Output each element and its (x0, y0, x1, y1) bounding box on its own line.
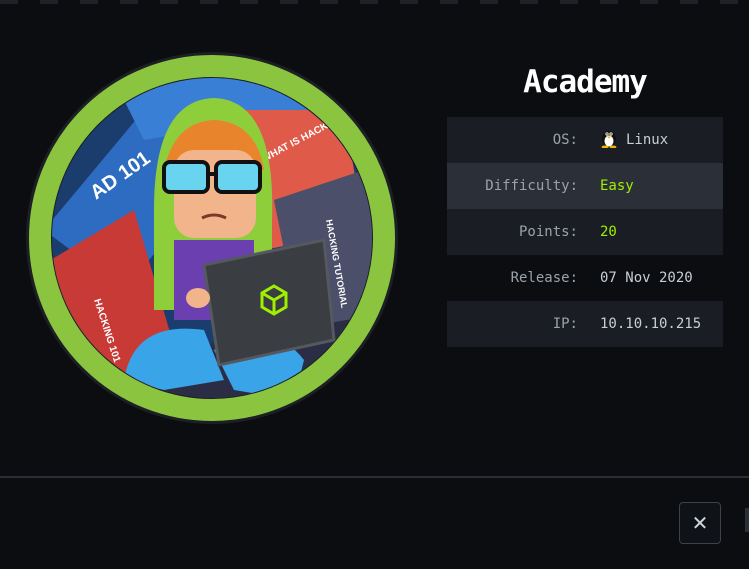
info-row-points: Points: 20 (447, 209, 723, 255)
os-label: OS: (552, 132, 578, 148)
close-icon: ✕ (691, 511, 709, 535)
info-row-os: OS: Linux (447, 117, 723, 163)
points-value: 20 (600, 224, 617, 240)
ip-label: IP: (552, 316, 578, 332)
machine-avatar: AD 101 WHAT IS HACKING? HACKING 101 HACK… (24, 50, 400, 426)
scrollbar-edge (745, 508, 749, 532)
os-value: Linux (626, 132, 669, 148)
os-value-cell: Linux (589, 117, 723, 163)
footer-divider (0, 476, 749, 478)
info-row-difficulty: Difficulty: Easy (447, 163, 723, 209)
close-button[interactable]: ✕ (679, 502, 721, 544)
tux-icon (600, 128, 618, 152)
release-value: 07 Nov 2020 (600, 270, 693, 286)
points-label: Points: (518, 224, 578, 240)
machine-title: Academy (523, 64, 648, 100)
difficulty-value: Easy (600, 178, 634, 194)
machine-info-table: OS: Linux Difficulty: Easy Points: 20 Re… (447, 117, 723, 347)
ip-value: 10.10.10.215 (600, 316, 702, 332)
top-toolbar-strip (0, 0, 749, 4)
info-row-ip: IP: 10.10.10.215 (447, 301, 723, 347)
info-row-release: Release: 07 Nov 2020 (447, 255, 723, 301)
release-label: Release: (510, 270, 578, 286)
difficulty-label: Difficulty: (485, 178, 578, 194)
